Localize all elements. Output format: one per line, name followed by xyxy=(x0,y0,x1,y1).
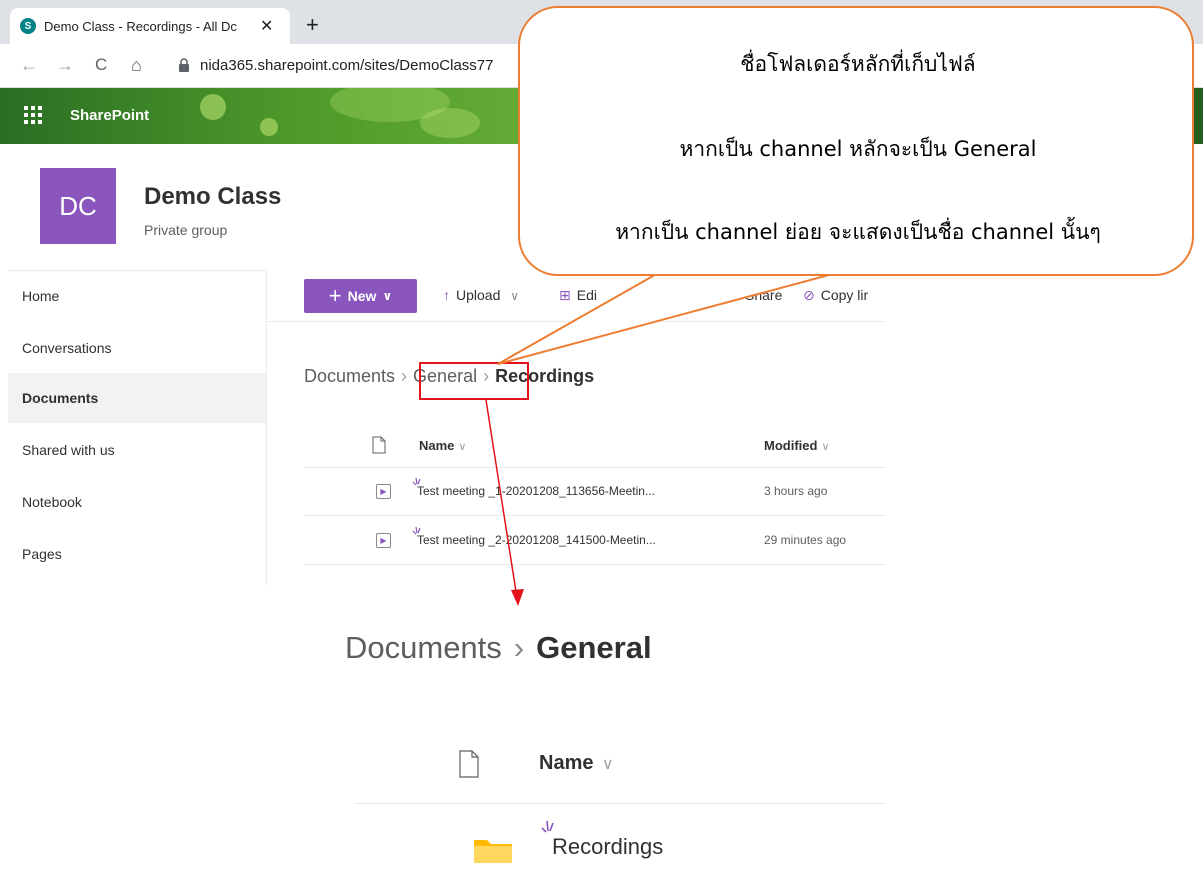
chevron-down-icon: ∨ xyxy=(510,289,520,303)
grid-icon: ⊞ xyxy=(559,287,571,303)
link-icon: ⊘ xyxy=(803,287,815,303)
callout-line-3: หากเป็น channel ย่อย จะแสดงเป็นชื่อ chan… xyxy=(615,220,1101,244)
edit-label: Edi xyxy=(576,287,597,303)
edit-in-grid-button[interactable]: ⊞ Edi xyxy=(559,287,597,304)
column-modified-label: Modified xyxy=(764,438,818,453)
zoomed-breadcrumb: Documents › General xyxy=(345,630,652,666)
new-item-icon xyxy=(541,820,554,833)
copy-link-button[interactable]: ⊘ Copy lir xyxy=(803,287,868,304)
site-subtitle: Private group xyxy=(144,222,228,238)
share-button[interactable]: Share xyxy=(745,287,782,303)
general-highlight-box xyxy=(419,362,529,400)
upload-button[interactable]: ↑ Upload ∨ xyxy=(443,287,519,303)
command-bar: + New ∨ ↑ Upload ∨ ⊞ Edi Share ⊘ Copy lir xyxy=(267,272,885,322)
nav-item-conversations[interactable]: Conversations xyxy=(8,323,266,373)
suite-app-name[interactable]: SharePoint xyxy=(70,107,149,124)
table-row[interactable]: ▶ Test meeting _2-20201208_141500-Meetin… xyxy=(304,517,885,565)
new-button-label: New xyxy=(347,288,377,304)
breadcrumb-documents[interactable]: Documents xyxy=(304,366,395,386)
list-header: Name ∨ Modified ∨ xyxy=(304,424,885,468)
upload-arrow-icon: ↑ xyxy=(443,287,450,303)
nav-item-home[interactable]: Home xyxy=(8,271,266,321)
column-header-name[interactable]: Name ∨ xyxy=(419,438,466,453)
folder-name-link[interactable]: Recordings xyxy=(552,834,663,860)
column-name-label: Name xyxy=(419,438,455,453)
breadcrumb-separator-icon: › xyxy=(513,630,525,665)
annotation-callout: ชื่อโฟลเดอร์หลักที่เก็บไฟล์ หากเป็น chan… xyxy=(518,6,1194,276)
close-tab-icon[interactable]: ✕ xyxy=(260,16,273,36)
plus-icon: + xyxy=(328,283,342,308)
zoomed-list-header: Name ∨ xyxy=(355,740,885,804)
home-icon[interactable]: ⌂ xyxy=(131,54,142,76)
column-header-modified[interactable]: Modified ∨ xyxy=(764,438,830,453)
callout-line-2: หากเป็น channel หลักจะเป็น General xyxy=(679,137,1037,161)
site-logo[interactable]: DC xyxy=(40,168,116,244)
tab-title: Demo Class - Recordings - All Dc xyxy=(44,18,237,34)
video-file-icon: ▶ xyxy=(376,484,391,499)
nav-item-documents[interactable]: Documents xyxy=(8,373,266,423)
reload-icon[interactable]: C xyxy=(95,54,107,76)
nav-item-shared-with-us[interactable]: Shared with us xyxy=(8,425,266,475)
header-splash-decoration xyxy=(200,94,226,120)
file-name-link[interactable]: Test meeting _1-20201208_113656-Meetin..… xyxy=(417,484,655,498)
red-arrow-head xyxy=(511,589,524,606)
chevron-down-icon: ∨ xyxy=(597,756,614,773)
header-splash-decoration xyxy=(260,118,278,136)
header-splash-decoration xyxy=(420,108,480,138)
copy-link-label: Copy lir xyxy=(820,287,869,303)
zoomed-breadcrumb-documents[interactable]: Documents xyxy=(345,630,502,665)
file-name-link[interactable]: Test meeting _2-20201208_141500-Meetin..… xyxy=(417,533,656,547)
folder-icon xyxy=(474,840,512,863)
left-navigation: Home Conversations Documents Shared with… xyxy=(8,270,266,586)
zoomed-column-header-name[interactable]: Name ∨ xyxy=(539,752,614,775)
upload-label: Upload xyxy=(456,287,501,303)
nav-item-pages[interactable]: Pages xyxy=(8,529,266,579)
table-row[interactable]: ▶ Test meeting _1-20201208_113656-Meetin… xyxy=(304,468,885,516)
waffle-icon[interactable] xyxy=(24,106,42,124)
url-field[interactable]: nida365.sharepoint.com/sites/DemoClass77 xyxy=(200,57,494,74)
site-title[interactable]: Demo Class xyxy=(144,183,281,211)
new-button[interactable]: + New ∨ xyxy=(304,279,417,313)
chevron-down-icon: ∨ xyxy=(821,441,830,453)
share-label: Share xyxy=(745,287,783,303)
chevron-down-icon: ∨ xyxy=(382,289,393,303)
forward-arrow-icon[interactable]: → xyxy=(56,54,74,76)
callout-line-1: ชื่อโฟลเดอร์หลักที่เก็บไฟล์ xyxy=(740,52,976,76)
lock-icon xyxy=(179,58,189,72)
breadcrumb-separator-icon: › xyxy=(401,366,408,386)
zoomed-breadcrumb-general: General xyxy=(536,630,652,665)
nav-item-notebook[interactable]: Notebook xyxy=(8,477,266,527)
new-tab-button[interactable]: + xyxy=(306,14,319,36)
back-arrow-icon[interactable]: ← xyxy=(20,54,38,76)
video-file-icon: ▶ xyxy=(376,533,391,548)
file-modified: 3 hours ago xyxy=(764,484,828,498)
file-type-icon xyxy=(372,436,386,454)
file-modified: 29 minutes ago xyxy=(764,533,847,547)
sharepoint-favicon-icon: S xyxy=(20,18,36,34)
chevron-down-icon: ∨ xyxy=(458,441,467,453)
zoomed-column-name-label: Name xyxy=(539,752,594,774)
file-type-icon xyxy=(459,750,479,778)
browser-tab[interactable]: S Demo Class - Recordings - All Dc ✕ xyxy=(10,8,290,44)
